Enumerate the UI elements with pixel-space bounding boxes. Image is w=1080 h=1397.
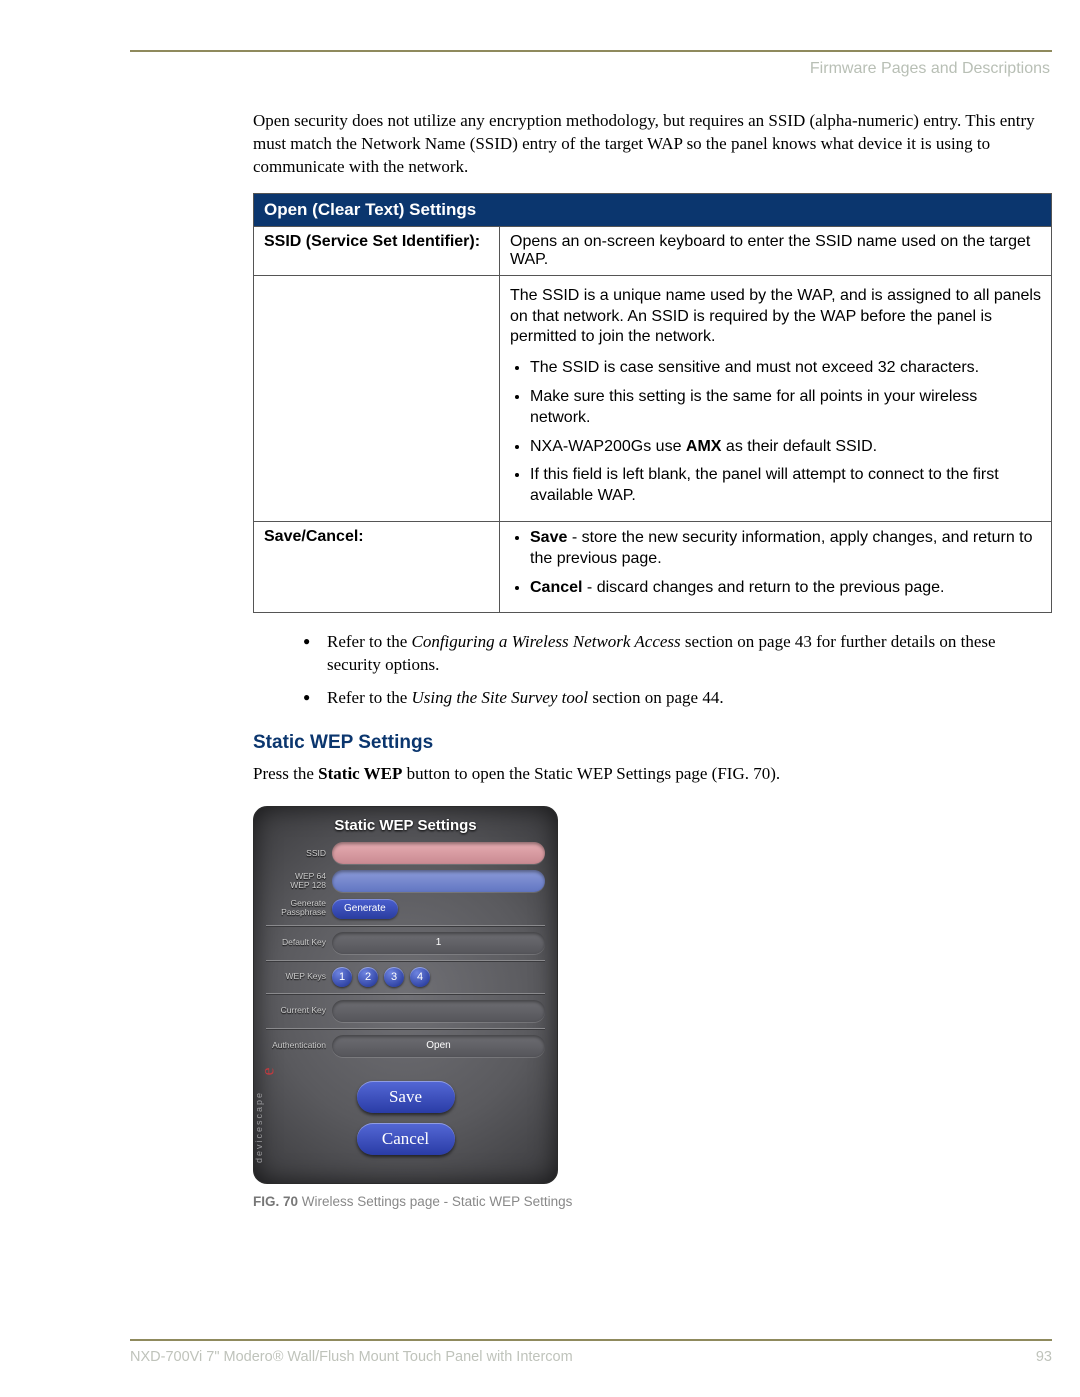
label-generate: Generate Passphrase <box>266 899 332 918</box>
current-key-field[interactable] <box>332 1000 545 1022</box>
row-ssid-desc1: Opens an on-screen keyboard to enter the… <box>500 226 1052 275</box>
figure-caption: FIG. 70 Wireless Settings page - Static … <box>253 1194 1052 1209</box>
save-button[interactable]: Save <box>357 1081 455 1113</box>
ssid-field[interactable] <box>332 842 545 864</box>
save-bullet: Save - store the new security informatio… <box>530 528 1041 570</box>
label-current-key: Current Key <box>266 1006 332 1015</box>
ssid-bullet-3: NXA-WAP200Gs use AMX as their default SS… <box>530 437 1041 458</box>
default-key-field[interactable]: 1 <box>332 932 545 954</box>
separator-1 <box>266 925 545 926</box>
cancel-bullet: Cancel - discard changes and return to t… <box>530 578 1041 599</box>
row-savecancel-desc: Save - store the new security informatio… <box>500 521 1052 612</box>
ref-1: Refer to the Configuring a Wireless Netw… <box>303 631 1052 677</box>
separator-3 <box>266 993 545 994</box>
refs-list: Refer to the Configuring a Wireless Netw… <box>303 631 1052 710</box>
label-wep-keys: WEP Keys <box>266 972 332 981</box>
intro-paragraph: Open security does not utilize any encry… <box>253 110 1052 179</box>
ssid-bullet-2: Make sure this setting is the same for a… <box>530 387 1041 429</box>
label-auth: Authentication <box>266 1041 332 1050</box>
wep-key-1[interactable]: 1 <box>332 967 352 987</box>
footer-page: 93 <box>1036 1349 1052 1365</box>
generate-button[interactable]: Generate <box>332 899 398 919</box>
table-title: Open (Clear Text) Settings <box>254 193 1052 226</box>
row-ssid-desc2: The SSID is a unique name used by the WA… <box>500 275 1052 521</box>
label-ssid: SSID <box>266 849 332 858</box>
wep-body: Press the Static WEP button to open the … <box>253 764 1052 784</box>
wep64-field[interactable] <box>332 870 545 892</box>
separator-2 <box>266 960 545 961</box>
ssid-bullet-1: The SSID is case sensitive and must not … <box>530 358 1041 379</box>
wep-key-4[interactable]: 4 <box>410 967 430 987</box>
wep-key-3[interactable]: 3 <box>384 967 404 987</box>
wep-heading: Static WEP Settings <box>253 732 1052 754</box>
separator-4 <box>266 1028 545 1029</box>
wep-key-row: 1 2 3 4 <box>332 967 545 987</box>
brand-e-icon: e <box>258 1067 279 1075</box>
footer-product: NXD-700Vi 7" Modero® Wall/Flush Mount To… <box>130 1349 573 1365</box>
device-panel: Static WEP Settings SSID WEP 64 WEP 128 … <box>253 806 558 1184</box>
footer: NXD-700Vi 7" Modero® Wall/Flush Mount To… <box>130 1339 1052 1365</box>
ref-2: Refer to the Using the Site Survey tool … <box>303 687 1052 710</box>
ssid-bullet-4: If this field is left blank, the panel w… <box>530 465 1041 507</box>
header-section: Firmware Pages and Descriptions <box>810 60 1050 78</box>
cancel-button[interactable]: Cancel <box>357 1123 455 1155</box>
footer-rule <box>130 1339 1052 1341</box>
row-ssid-label: SSID (Service Set Identifier): <box>254 226 500 275</box>
open-settings-table: Open (Clear Text) Settings SSID (Service… <box>253 193 1052 614</box>
brand-mark: devicescape e <box>264 1063 278 1163</box>
top-rule <box>130 50 1052 52</box>
auth-field[interactable]: Open <box>332 1035 545 1057</box>
device-title: Static WEP Settings <box>266 817 545 834</box>
wep-key-2[interactable]: 2 <box>358 967 378 987</box>
label-default-key: Default Key <box>266 938 332 947</box>
label-wep64: WEP 64 WEP 128 <box>266 872 332 891</box>
row-savecancel-label: Save/Cancel: <box>254 521 500 612</box>
